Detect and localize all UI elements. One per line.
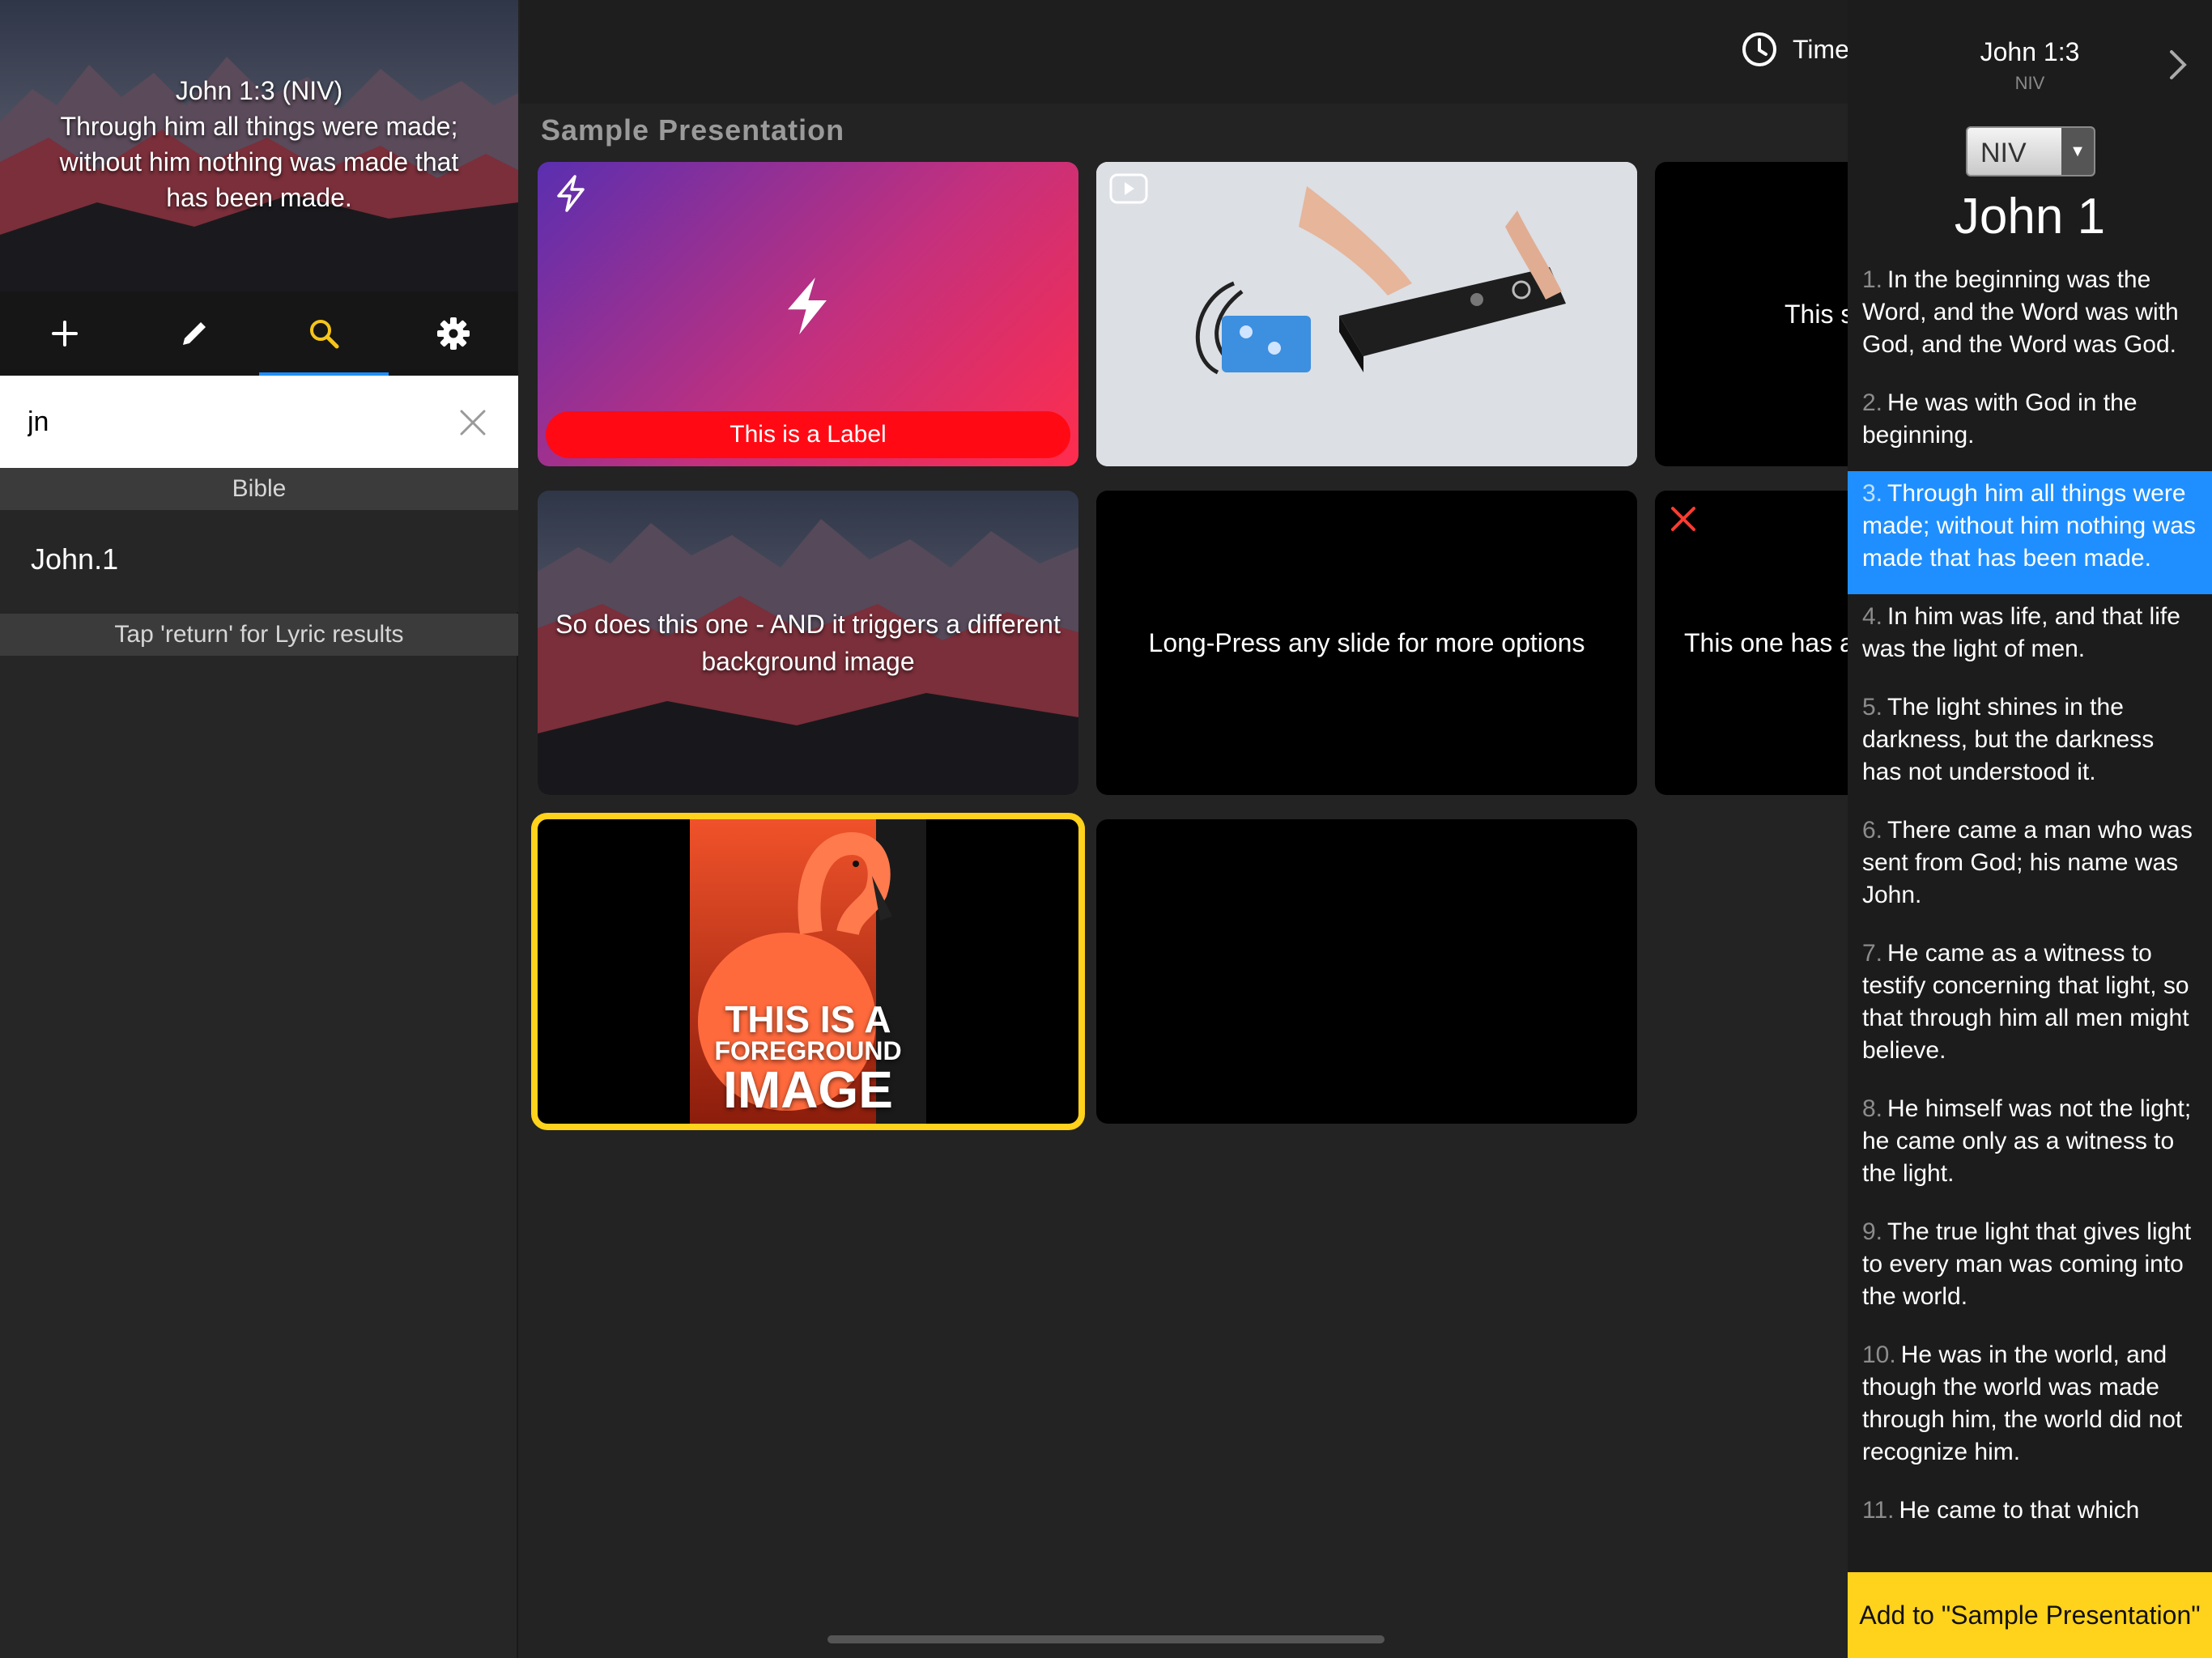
version-select-value: NIV bbox=[1980, 138, 2027, 168]
verse-list[interactable]: 1. In the beginning was the Word, and the… bbox=[1848, 257, 2212, 1572]
slide-text[interactable]: Long-Press any slide for more options bbox=[1096, 491, 1637, 795]
verse-item[interactable]: 1. In the beginning was the Word, and the… bbox=[1848, 257, 2212, 380]
plus-icon bbox=[52, 321, 78, 346]
verse-text: In the beginning was the Word, and the W… bbox=[1862, 266, 2179, 358]
preview-verse-text: John 1:3 (NIV) Through him all things we… bbox=[59, 76, 459, 212]
search-icon bbox=[310, 320, 339, 349]
verse-item[interactable]: 8. He himself was not the light; he came … bbox=[1848, 1086, 2212, 1209]
verse-number: 5. bbox=[1862, 694, 1883, 721]
results-section-header: Bible bbox=[0, 468, 518, 510]
verse-number: 3. bbox=[1862, 480, 1883, 507]
verse-text: The light shines in the darkness, but th… bbox=[1862, 694, 2155, 785]
verse-item[interactable]: 7. He came as a witness to testify concer… bbox=[1848, 931, 2212, 1086]
library-sidebar: John 1:3 (NIV) Through him all things we… bbox=[0, 0, 518, 1658]
verse-text: There came a man who was sent from God; … bbox=[1862, 817, 2193, 908]
result-item-john-1[interactable]: John.1 bbox=[0, 510, 518, 612]
presentation-area: Time Sample Presentation This is a Label bbox=[520, 0, 1849, 1658]
slide-action[interactable]: This is a Label bbox=[538, 162, 1078, 466]
slide-caption: Long-Press any slide for more options bbox=[1148, 628, 1585, 657]
verse-item[interactable]: 6. There came a man who was sent from God… bbox=[1848, 808, 2212, 931]
verse-translation: NIV bbox=[2014, 73, 2045, 93]
slide-video[interactable] bbox=[1096, 162, 1637, 466]
verse-item[interactable]: 9. The true light that gives light to eve… bbox=[1848, 1209, 2212, 1333]
search-bar bbox=[0, 376, 518, 468]
verse-number: 7. bbox=[1862, 940, 1883, 967]
add-button[interactable] bbox=[0, 291, 130, 376]
timer-label: Time bbox=[1793, 34, 1849, 64]
bible-panel: John 1:3 NIV NIV ▼ John 1 1. In the begin… bbox=[1848, 0, 2212, 1658]
verse-item[interactable]: 3. Through him all things were made; with… bbox=[1848, 471, 2212, 594]
search-input[interactable] bbox=[28, 400, 432, 444]
verse-text: In him was life, and that life was the l… bbox=[1862, 603, 2180, 662]
verse-number: 6. bbox=[1862, 817, 1883, 844]
settings-button[interactable] bbox=[389, 291, 518, 376]
verse-item[interactable]: 11. He came to that which bbox=[1848, 1488, 2212, 1546]
slide-foreground-image[interactable]: THIS IS A FOREGROUND IMAGE bbox=[531, 813, 1085, 1130]
home-indicator bbox=[827, 1635, 1385, 1643]
verse-item[interactable]: 10. He was in the world, and though the w… bbox=[1848, 1333, 2212, 1488]
verse-text: He was in the world, and though the worl… bbox=[1862, 1341, 2183, 1465]
chevron-right-icon[interactable] bbox=[2168, 49, 2188, 81]
verse-text: He was with God in the beginning. bbox=[1862, 389, 2138, 449]
verse-item[interactable]: 4. In him was life, and that life was the… bbox=[1848, 594, 2212, 685]
clear-search-icon[interactable] bbox=[457, 406, 489, 439]
verse-item[interactable]: 2. He was with God in the beginning. bbox=[1848, 380, 2212, 471]
presentation-title: Sample Presentation bbox=[541, 113, 845, 147]
slide-label: This is a Label bbox=[546, 411, 1070, 458]
slide-blank[interactable] bbox=[1096, 819, 1637, 1124]
result-item-label: John.1 bbox=[31, 542, 119, 576]
verse-number: 11. bbox=[1862, 1497, 1895, 1524]
verse-text: He himself was not the light; he came on… bbox=[1862, 1095, 2192, 1187]
verse-text: The true light that gives light to every… bbox=[1862, 1218, 2192, 1310]
slide-caption: So does this one - AND it triggers a dif… bbox=[555, 610, 1061, 676]
sidebar-toolbar bbox=[0, 291, 518, 376]
verse-number: 9. bbox=[1862, 1218, 1883, 1245]
verse-number: 2. bbox=[1862, 389, 1883, 416]
slide-background-trigger[interactable]: So does this one - AND it triggers a dif… bbox=[538, 491, 1078, 795]
verse-number: 8. bbox=[1862, 1095, 1883, 1122]
top-bar: Time bbox=[520, 0, 1849, 104]
verse-number: 10. bbox=[1862, 1341, 1896, 1368]
live-preview[interactable]: John 1:3 (NIV) Through him all things we… bbox=[0, 0, 518, 291]
verse-number: 1. bbox=[1862, 266, 1883, 293]
search-button[interactable] bbox=[259, 291, 389, 376]
version-select[interactable]: NIV ▼ bbox=[1966, 126, 2095, 176]
slide-caption: This s bbox=[1784, 300, 1848, 329]
pencil-icon bbox=[183, 322, 206, 345]
timer-button[interactable]: Time bbox=[1741, 31, 1849, 68]
verse-text: He came to that which bbox=[1899, 1497, 2140, 1524]
chevron-down-icon: ▼ bbox=[2061, 128, 2094, 175]
add-to-presentation-button[interactable]: Add to "Sample Presentation" bbox=[1848, 1572, 2212, 1658]
verse-item[interactable]: 5. The light shines in the darkness, but … bbox=[1848, 685, 2212, 808]
verse-text: He came as a witness to testify concerni… bbox=[1862, 940, 2189, 1064]
edit-button[interactable] bbox=[130, 291, 259, 376]
slide-caption: This one has a bbox=[1684, 628, 1848, 657]
video-thumbnail bbox=[1096, 162, 1637, 466]
slide-text[interactable]: This s bbox=[1655, 162, 1848, 466]
gear-icon bbox=[437, 317, 470, 350]
bolt-outline-icon bbox=[557, 175, 585, 212]
close-icon[interactable] bbox=[1670, 505, 1697, 533]
verse-text: Through him all things were made; withou… bbox=[1862, 480, 2196, 572]
bolt-icon bbox=[788, 277, 827, 335]
video-icon bbox=[1109, 173, 1148, 204]
verse-reference: John 1:3 bbox=[1980, 37, 2080, 66]
foreground-image-text: THIS IS A FOREGROUND IMAGE bbox=[714, 998, 902, 1119]
slide-text[interactable]: This one has a bbox=[1655, 491, 1848, 795]
verse-number: 4. bbox=[1862, 603, 1883, 630]
clock-icon bbox=[1742, 32, 1776, 66]
lyric-results-hint: Tap 'return' for Lyric results bbox=[0, 614, 518, 656]
chapter-title: John 1 bbox=[1954, 189, 2106, 244]
